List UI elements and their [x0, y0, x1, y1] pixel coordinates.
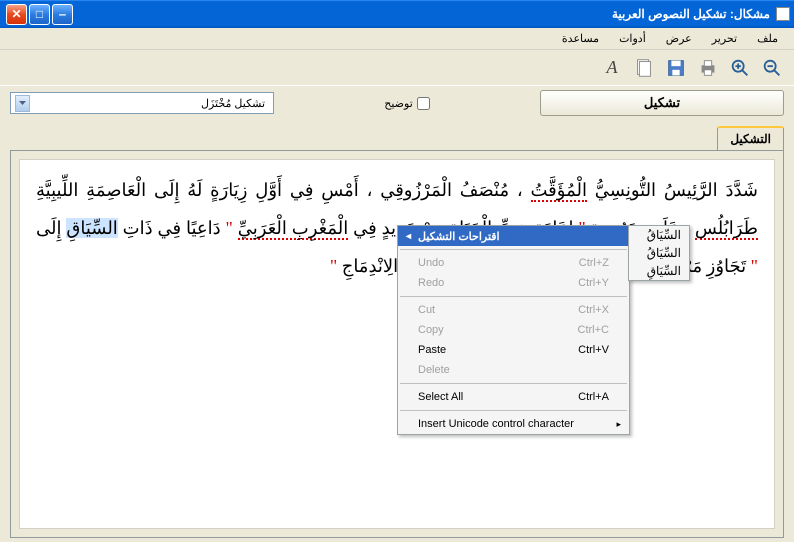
context-cut: CutCtrl+X: [398, 300, 629, 320]
selected-word: السِّيَاقِ: [66, 218, 117, 238]
save-button[interactable]: [662, 54, 690, 82]
suggestion-1[interactable]: السِّيَاقُ: [629, 226, 689, 244]
context-menu: اقتراحات التشكيل UndoCtrl+Z RedoCtrl+Y C…: [397, 225, 630, 435]
menu-view[interactable]: عرض: [658, 30, 700, 47]
menu-tools[interactable]: أدوات: [611, 30, 654, 47]
menu-help[interactable]: مساعدة: [554, 30, 607, 47]
chevron-down-icon: [15, 95, 30, 112]
menubar: ملف تحرير عرض أدوات مساعدة: [0, 28, 794, 50]
titlebar: مشكال: تشكيل النصوص العربية ‒ □ ✕: [0, 0, 794, 28]
divider: [400, 249, 627, 250]
context-select-all[interactable]: Select AllCtrl+A: [398, 387, 629, 407]
clarify-checkbox[interactable]: [417, 97, 430, 110]
context-copy: CopyCtrl+C: [398, 320, 629, 340]
mode-select[interactable]: تشكيل مُخْتَزَل: [10, 92, 274, 114]
tab-tashkeel[interactable]: التشكيل: [717, 126, 784, 150]
context-redo: RedoCtrl+Y: [398, 273, 629, 293]
suggestion-3[interactable]: السِّيَاقِ: [629, 262, 689, 280]
divider: [400, 410, 627, 411]
minimize-button[interactable]: ‒: [52, 4, 73, 25]
context-suggestions-header[interactable]: اقتراحات التشكيل: [398, 226, 629, 246]
print-button[interactable]: [694, 54, 722, 82]
zoom-in-button[interactable]: [726, 54, 754, 82]
suggestion-2[interactable]: السِّيَاقُ: [629, 244, 689, 262]
context-delete: Delete: [398, 360, 629, 380]
title-text: مشكال: تشكيل النصوص العربية: [612, 7, 770, 21]
new-doc-button[interactable]: [630, 54, 658, 82]
context-paste[interactable]: PasteCtrl+V: [398, 340, 629, 360]
context-undo: UndoCtrl+Z: [398, 253, 629, 273]
zoom-out-button[interactable]: [758, 54, 786, 82]
toolbar: A: [0, 50, 794, 86]
suggestions-submenu: السِّيَاقُ السِّيَاقُ السِّيَاقِ: [628, 225, 690, 281]
window-controls: ‒ □ ✕: [6, 4, 73, 25]
menu-edit[interactable]: تحرير: [704, 30, 745, 47]
divider: [400, 383, 627, 384]
clarify-checkbox-wrap[interactable]: توضيح: [384, 97, 430, 110]
maximize-button[interactable]: □: [29, 4, 50, 25]
font-style-button[interactable]: A: [598, 54, 626, 82]
tabstrip: التشكيل: [0, 126, 794, 150]
app-icon: [776, 7, 790, 21]
context-insert-unicode[interactable]: Insert Unicode control character: [398, 414, 629, 434]
clarify-label: توضيح: [384, 97, 413, 110]
close-button[interactable]: ✕: [6, 4, 27, 25]
menu-file[interactable]: ملف: [749, 30, 786, 47]
mode-select-value: تشكيل مُخْتَزَل: [30, 97, 269, 110]
tashkeel-button[interactable]: تشكيل: [540, 90, 784, 116]
control-row: تشكيل توضيح تشكيل مُخْتَزَل: [0, 86, 794, 120]
divider: [400, 296, 627, 297]
